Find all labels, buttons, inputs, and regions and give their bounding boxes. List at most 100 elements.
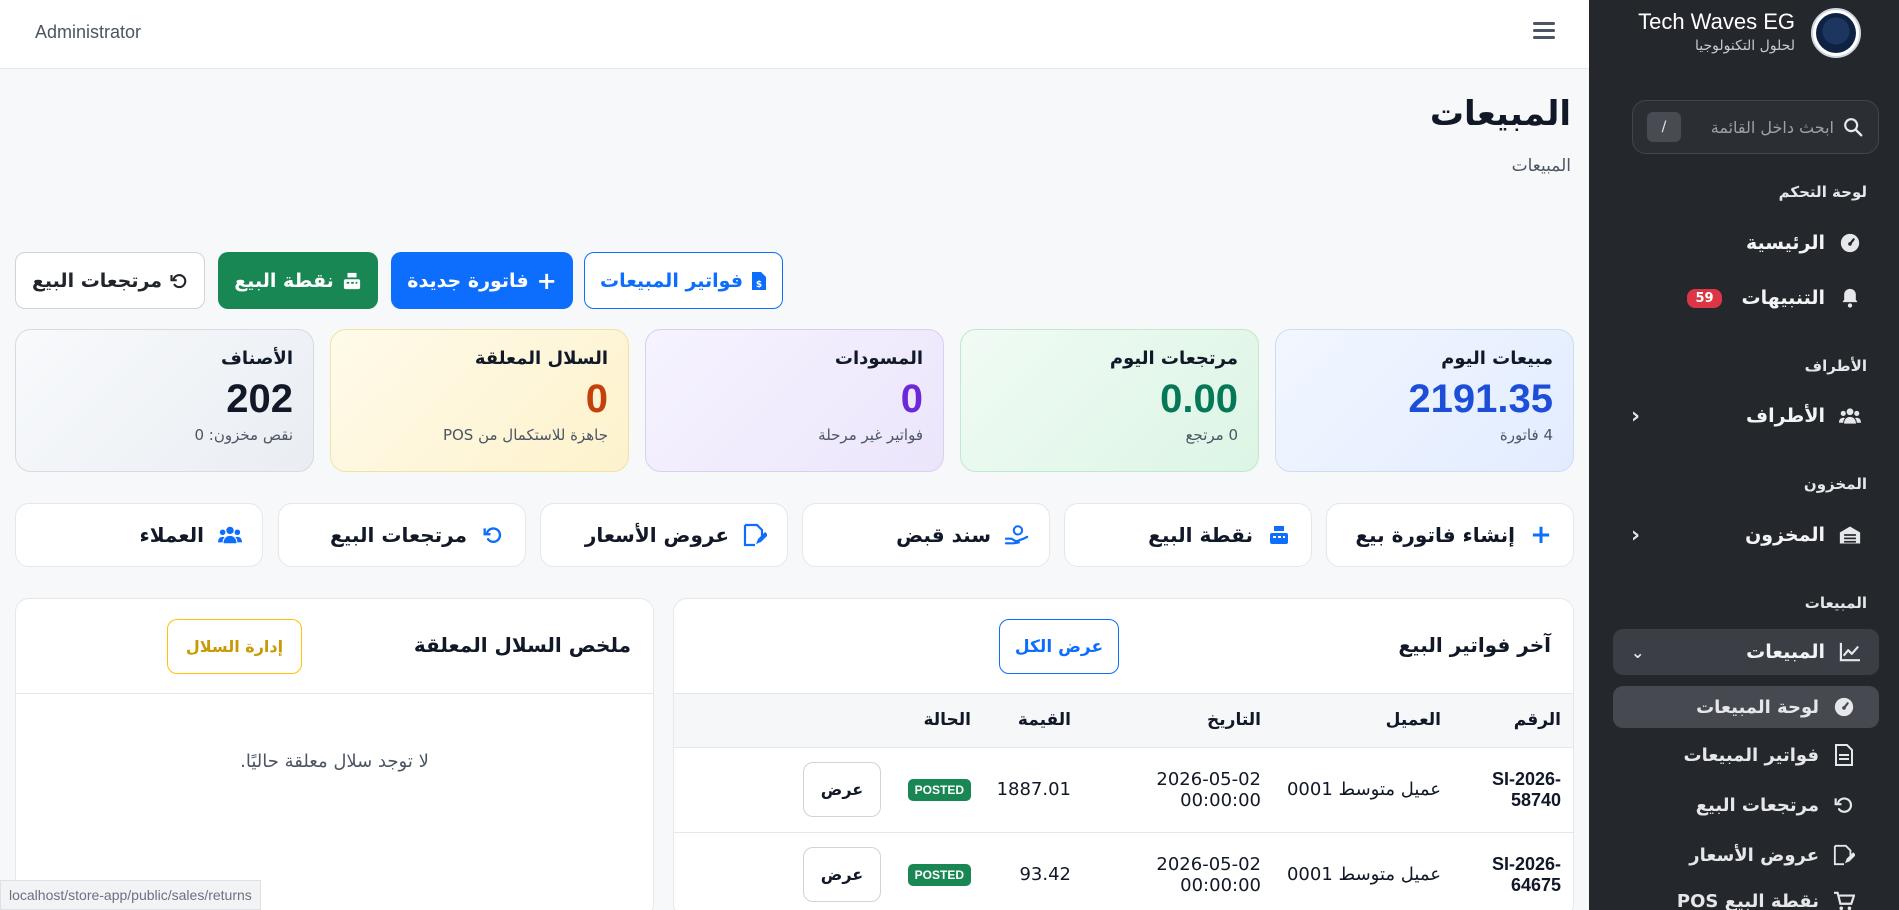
column-header-actions xyxy=(674,694,893,747)
sales-invoices-button[interactable]: $ فواتير المبيعات xyxy=(584,252,783,309)
table-row[interactable]: SI-2026-58740 عميل متوسط 0001 2026-05-02… xyxy=(674,746,1573,832)
table-row[interactable]: SI-2026-64675 عميل متوسط 0001 2026-05-02… xyxy=(674,831,1573,910)
column-header[interactable]: التاريخ xyxy=(1083,694,1273,747)
sidebar-item-label: الأطراف xyxy=(1746,405,1825,427)
people-icon xyxy=(218,523,242,547)
chevron-left-icon: ‹ xyxy=(1631,522,1641,548)
empty-state-message: لا توجد سلال معلقة حاليًا. xyxy=(240,751,429,772)
brand-subtitle: لحلول التكنولوجيا xyxy=(1694,38,1795,54)
invoice-action-cell: عرض xyxy=(674,831,893,910)
quick-link-returns[interactable]: مرتجعات البيع xyxy=(278,503,526,567)
column-header[interactable]: الحالة xyxy=(893,694,983,747)
cart-icon xyxy=(1833,890,1855,910)
user-menu[interactable]: Administrator xyxy=(35,22,141,43)
stat-value: 2191.35 xyxy=(1408,377,1553,421)
view-invoice-button[interactable]: عرض xyxy=(803,762,881,817)
svg-text:$: $ xyxy=(756,280,762,290)
quick-link-create-invoice[interactable]: + إنشاء فاتورة بيع xyxy=(1326,503,1574,567)
search-shortcut: / xyxy=(1647,112,1681,142)
company-logo[interactable] xyxy=(1811,8,1861,58)
chart-line-icon xyxy=(1839,641,1861,663)
sidebar-subitem-sales-invoices[interactable]: فواتير المبيعات xyxy=(1613,734,1879,776)
stat-note: 0 مرتجع xyxy=(1185,426,1238,444)
quick-link-receipt[interactable]: سند قبض xyxy=(802,503,1050,567)
search-icon xyxy=(1844,118,1863,137)
stat-value: 0 xyxy=(585,377,608,421)
sidebar-item-label: الرئيسية xyxy=(1746,232,1825,254)
invoice-date: 2026-05-02 00:00:00 xyxy=(1083,831,1273,910)
column-header[interactable]: العميل xyxy=(1273,694,1453,747)
stat-value: 0 xyxy=(900,377,923,421)
undo-icon xyxy=(481,523,505,547)
new-invoice-button[interactable]: + فاتورة جديدة xyxy=(391,252,573,309)
menu-toggle-icon[interactable] xyxy=(1533,22,1555,42)
document-icon xyxy=(1833,744,1855,766)
search-input[interactable]: ابحث داخل القائمة xyxy=(1681,118,1834,137)
invoices-table: الرقم العميل التاريخ القيمة الحالة SI-20… xyxy=(674,694,1573,910)
button-label: نقطة البيع xyxy=(234,269,334,292)
quick-link-label: سند قبض xyxy=(896,523,991,547)
sidebar-subitem-sales-dashboard[interactable]: لوحة المبيعات xyxy=(1613,686,1879,728)
button-label: فاتورة جديدة xyxy=(407,269,529,292)
manage-carts-button[interactable]: إدارة السلال xyxy=(167,619,302,674)
sidebar-item-parties[interactable]: الأطراف ‹ xyxy=(1613,393,1879,439)
section-dashboard: لوحة التحكم xyxy=(1778,183,1867,201)
plus-icon: + xyxy=(536,266,557,295)
brand-title: Tech Waves EG xyxy=(1638,9,1795,34)
view-all-button[interactable]: عرض الكل xyxy=(999,619,1119,674)
sidebar-item-alerts[interactable]: التنبيهات 59 xyxy=(1613,275,1879,321)
sidebar-subitem-quotes[interactable]: عروض الأسعار xyxy=(1613,834,1879,876)
invoice-customer: عميل متوسط 0001 xyxy=(1273,746,1453,832)
held-carts-panel: ملخص السلال المعلقة إدارة السلال لا توجد… xyxy=(15,598,654,910)
stat-note: فواتير غير مرحلة xyxy=(818,426,923,444)
quick-link-quotes[interactable]: عروض الأسعار xyxy=(540,503,788,567)
stat-label: الأصناف xyxy=(221,348,293,369)
quick-link-customers[interactable]: العملاء xyxy=(15,503,263,567)
invoice-amount: 93.42 xyxy=(983,831,1083,910)
stat-card-drafts: المسودات 0 فواتير غير مرحلة xyxy=(645,329,944,472)
undo-icon xyxy=(170,273,187,288)
invoice-number: SI-2026-58740 xyxy=(1453,746,1573,832)
speedometer-icon xyxy=(1833,696,1855,718)
plus-icon: + xyxy=(1530,520,1552,550)
column-header[interactable]: الرقم xyxy=(1453,694,1573,747)
sidebar-item-label: المبيعات xyxy=(1746,641,1825,663)
cash-register-icon xyxy=(343,272,360,289)
sidebar-item-inventory[interactable]: المخزون ‹ xyxy=(1613,512,1879,558)
stat-value: 0.00 xyxy=(1160,377,1238,421)
people-icon xyxy=(1839,405,1861,427)
sidebar-subitem-sales-returns[interactable]: مرتجعات البيع xyxy=(1613,784,1879,826)
undo-icon xyxy=(1833,794,1855,816)
sidebar-subitem-pos[interactable]: نقطة البيع POS xyxy=(1613,880,1879,910)
panel-header: ملخص السلال المعلقة إدارة السلال xyxy=(16,599,653,694)
sidebar-item-home[interactable]: الرئيسية xyxy=(1613,220,1879,266)
page-title: المبيعات xyxy=(1429,94,1571,134)
bell-icon xyxy=(1839,287,1861,309)
stat-label: السلال المعلقة xyxy=(474,348,608,369)
pos-button[interactable]: نقطة البيع xyxy=(218,252,378,309)
panel-header: آخر فواتير البيع عرض الكل xyxy=(674,599,1573,694)
breadcrumb[interactable]: المبيعات xyxy=(1512,156,1571,176)
column-header[interactable]: القيمة xyxy=(983,694,1083,747)
table-header-row: الرقم العميل التاريخ القيمة الحالة xyxy=(674,694,1573,747)
sidebar-subitem-label: مرتجعات البيع xyxy=(1695,794,1819,816)
stat-card-held-carts: السلال المعلقة 0 جاهزة للاستكمال من POS xyxy=(330,329,629,472)
section-sales: المبيعات xyxy=(1804,594,1867,612)
sidebar-subitem-label: لوحة المبيعات xyxy=(1696,696,1819,718)
quick-link-pos[interactable]: نقطة البيع xyxy=(1064,503,1312,567)
latest-invoices-panel: آخر فواتير البيع عرض الكل الرقم العميل ا… xyxy=(673,598,1574,910)
sidebar-item-sales[interactable]: المبيعات ⌄ xyxy=(1613,629,1879,675)
panel-title: آخر فواتير البيع xyxy=(1398,633,1551,657)
stat-note: جاهزة للاستكمال من POS xyxy=(442,426,608,444)
stat-note: 4 فاتورة xyxy=(1499,426,1553,444)
quick-link-label: نقطة البيع xyxy=(1148,523,1253,547)
invoice-amount: 1887.01 xyxy=(983,746,1083,832)
hand-money-icon xyxy=(1005,523,1029,547)
button-label: مرتجعات البيع xyxy=(31,269,163,292)
sidebar-search[interactable]: ابحث داخل القائمة / xyxy=(1632,100,1879,154)
top-bar: Administrator xyxy=(0,0,1589,69)
alerts-count-badge: 59 xyxy=(1687,288,1722,308)
status-badge: POSTED xyxy=(907,779,971,801)
view-invoice-button[interactable]: عرض xyxy=(803,847,881,903)
sales-returns-button[interactable]: مرتجعات البيع xyxy=(15,252,205,309)
